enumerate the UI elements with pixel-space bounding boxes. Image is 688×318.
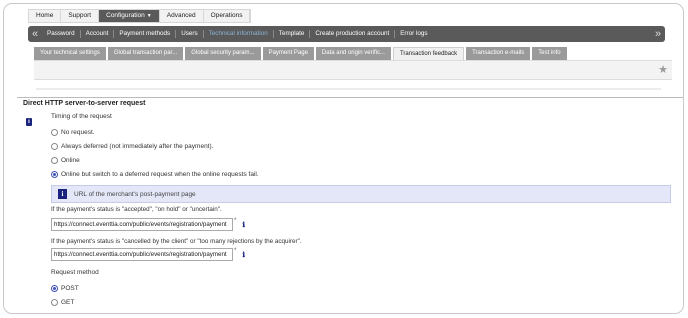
sub-nav-technical-information[interactable]: Technical information — [204, 30, 274, 38]
method-label: Request method — [51, 269, 99, 276]
timing-option-always-deferred[interactable]: Always deferred (not immediately after t… — [51, 139, 259, 153]
tab-transaction-emails[interactable]: Transaction e-mails — [466, 47, 531, 60]
sub-nav-password[interactable]: Password — [42, 30, 81, 38]
direct-http-section: Direct HTTP server-to-server request i T… — [17, 97, 683, 312]
divider — [36, 88, 661, 90]
timing-option-online-switch-deferred[interactable]: Online but switch to a deferred request … — [51, 167, 259, 181]
tab-payment-page[interactable]: Payment Page — [262, 47, 314, 60]
method-option-get[interactable]: GET — [51, 295, 99, 309]
url2-row: https://connect.eventtia.com/public/even… — [51, 248, 245, 261]
timing-option-online[interactable]: Online — [51, 153, 259, 167]
info-icon: i — [58, 189, 67, 199]
star-icon[interactable]: ★ — [658, 63, 668, 76]
timing-option-label: No request. — [61, 128, 95, 136]
method-option-label: POST — [61, 284, 79, 292]
radio-button-selected[interactable] — [51, 170, 58, 178]
timing-option-no-request[interactable]: No request. — [51, 125, 259, 139]
timing-group: Timing of the request No request. Always… — [51, 113, 259, 181]
sub-nav-payment-methods[interactable]: Payment methods — [114, 30, 177, 38]
info-icon: i — [26, 118, 32, 126]
url2-label: If the payment's status is "cancelled by… — [51, 238, 302, 245]
double-chevron-right-icon[interactable]: » — [651, 26, 665, 42]
top-nav-operations[interactable]: Operations — [204, 10, 251, 22]
top-nav-advanced[interactable]: Advanced — [160, 10, 204, 22]
tab-content-bar: ★ — [34, 60, 672, 80]
sub-nav-template[interactable]: Template — [274, 30, 311, 38]
top-nav-home[interactable]: Home — [29, 10, 62, 22]
page-frame: Home Support Configuration ▼ Advanced Ope… — [3, 3, 684, 314]
method-group: Request method POST GET — [51, 269, 99, 309]
radio-button[interactable] — [51, 156, 58, 164]
timing-label: Timing of the request — [51, 113, 112, 120]
tab-data-origin-verification[interactable]: Data and origin verific... — [315, 47, 391, 60]
tab-test-info[interactable]: Test info — [532, 47, 567, 60]
tab-transaction-feedback[interactable]: Transaction feedback — [392, 47, 465, 60]
sub-nav: « Password Account Payment methods Users… — [28, 26, 665, 42]
tab-global-transaction-parameters[interactable]: Global transaction par... — [107, 47, 184, 60]
caret-down-icon: ▼ — [146, 13, 152, 19]
radio-button[interactable] — [51, 298, 58, 306]
required-asterisk: * — [234, 218, 237, 224]
top-nav-configuration-label: Configuration — [106, 12, 145, 19]
timing-option-label: Always deferred (not immediately after t… — [61, 142, 214, 150]
top-nav-configuration[interactable]: Configuration ▼ — [99, 10, 160, 22]
sub-nav-create-production-account[interactable]: Create production account — [310, 30, 396, 38]
radio-button[interactable] — [51, 128, 58, 136]
top-nav-support[interactable]: Support — [61, 10, 100, 22]
required-asterisk: * — [234, 248, 237, 254]
url1-row: https://connect.eventtia.com/public/even… — [51, 218, 245, 231]
url-cancelled-input[interactable]: https://connect.eventtia.com/public/even… — [51, 248, 233, 261]
radio-button-selected[interactable] — [51, 284, 58, 292]
sub-nav-account[interactable]: Account — [81, 30, 115, 38]
method-option-post[interactable]: POST — [51, 281, 99, 295]
double-chevron-left-icon[interactable]: « — [28, 26, 42, 42]
url1-label: If the payment's status is "accepted", "… — [51, 206, 222, 213]
url-accepted-input[interactable]: https://connect.eventtia.com/public/even… — [51, 218, 233, 231]
info-icon[interactable]: ℹ — [242, 221, 245, 229]
timing-option-label: Online but switch to a deferred request … — [61, 170, 259, 178]
settings-tabs: Your technical settings Global transacti… — [34, 47, 569, 60]
tab-global-security-parameters[interactable]: Global security param... — [185, 47, 261, 60]
top-nav: Home Support Configuration ▼ Advanced Ope… — [28, 9, 252, 23]
sub-nav-users[interactable]: Users — [176, 30, 204, 38]
method-option-label: GET — [61, 298, 75, 306]
info-icon[interactable]: ℹ — [242, 251, 245, 259]
radio-button[interactable] — [51, 142, 58, 150]
section-title: Direct HTTP server-to-server request — [23, 100, 146, 107]
timing-option-label: Online — [61, 156, 80, 164]
sub-nav-error-logs[interactable]: Error logs — [395, 30, 432, 38]
infobox-text: URL of the merchant's post-payment page — [74, 190, 196, 198]
tab-your-technical-settings[interactable]: Your technical settings — [34, 47, 106, 60]
post-payment-url-infobox: i URL of the merchant's post-payment pag… — [51, 185, 671, 203]
